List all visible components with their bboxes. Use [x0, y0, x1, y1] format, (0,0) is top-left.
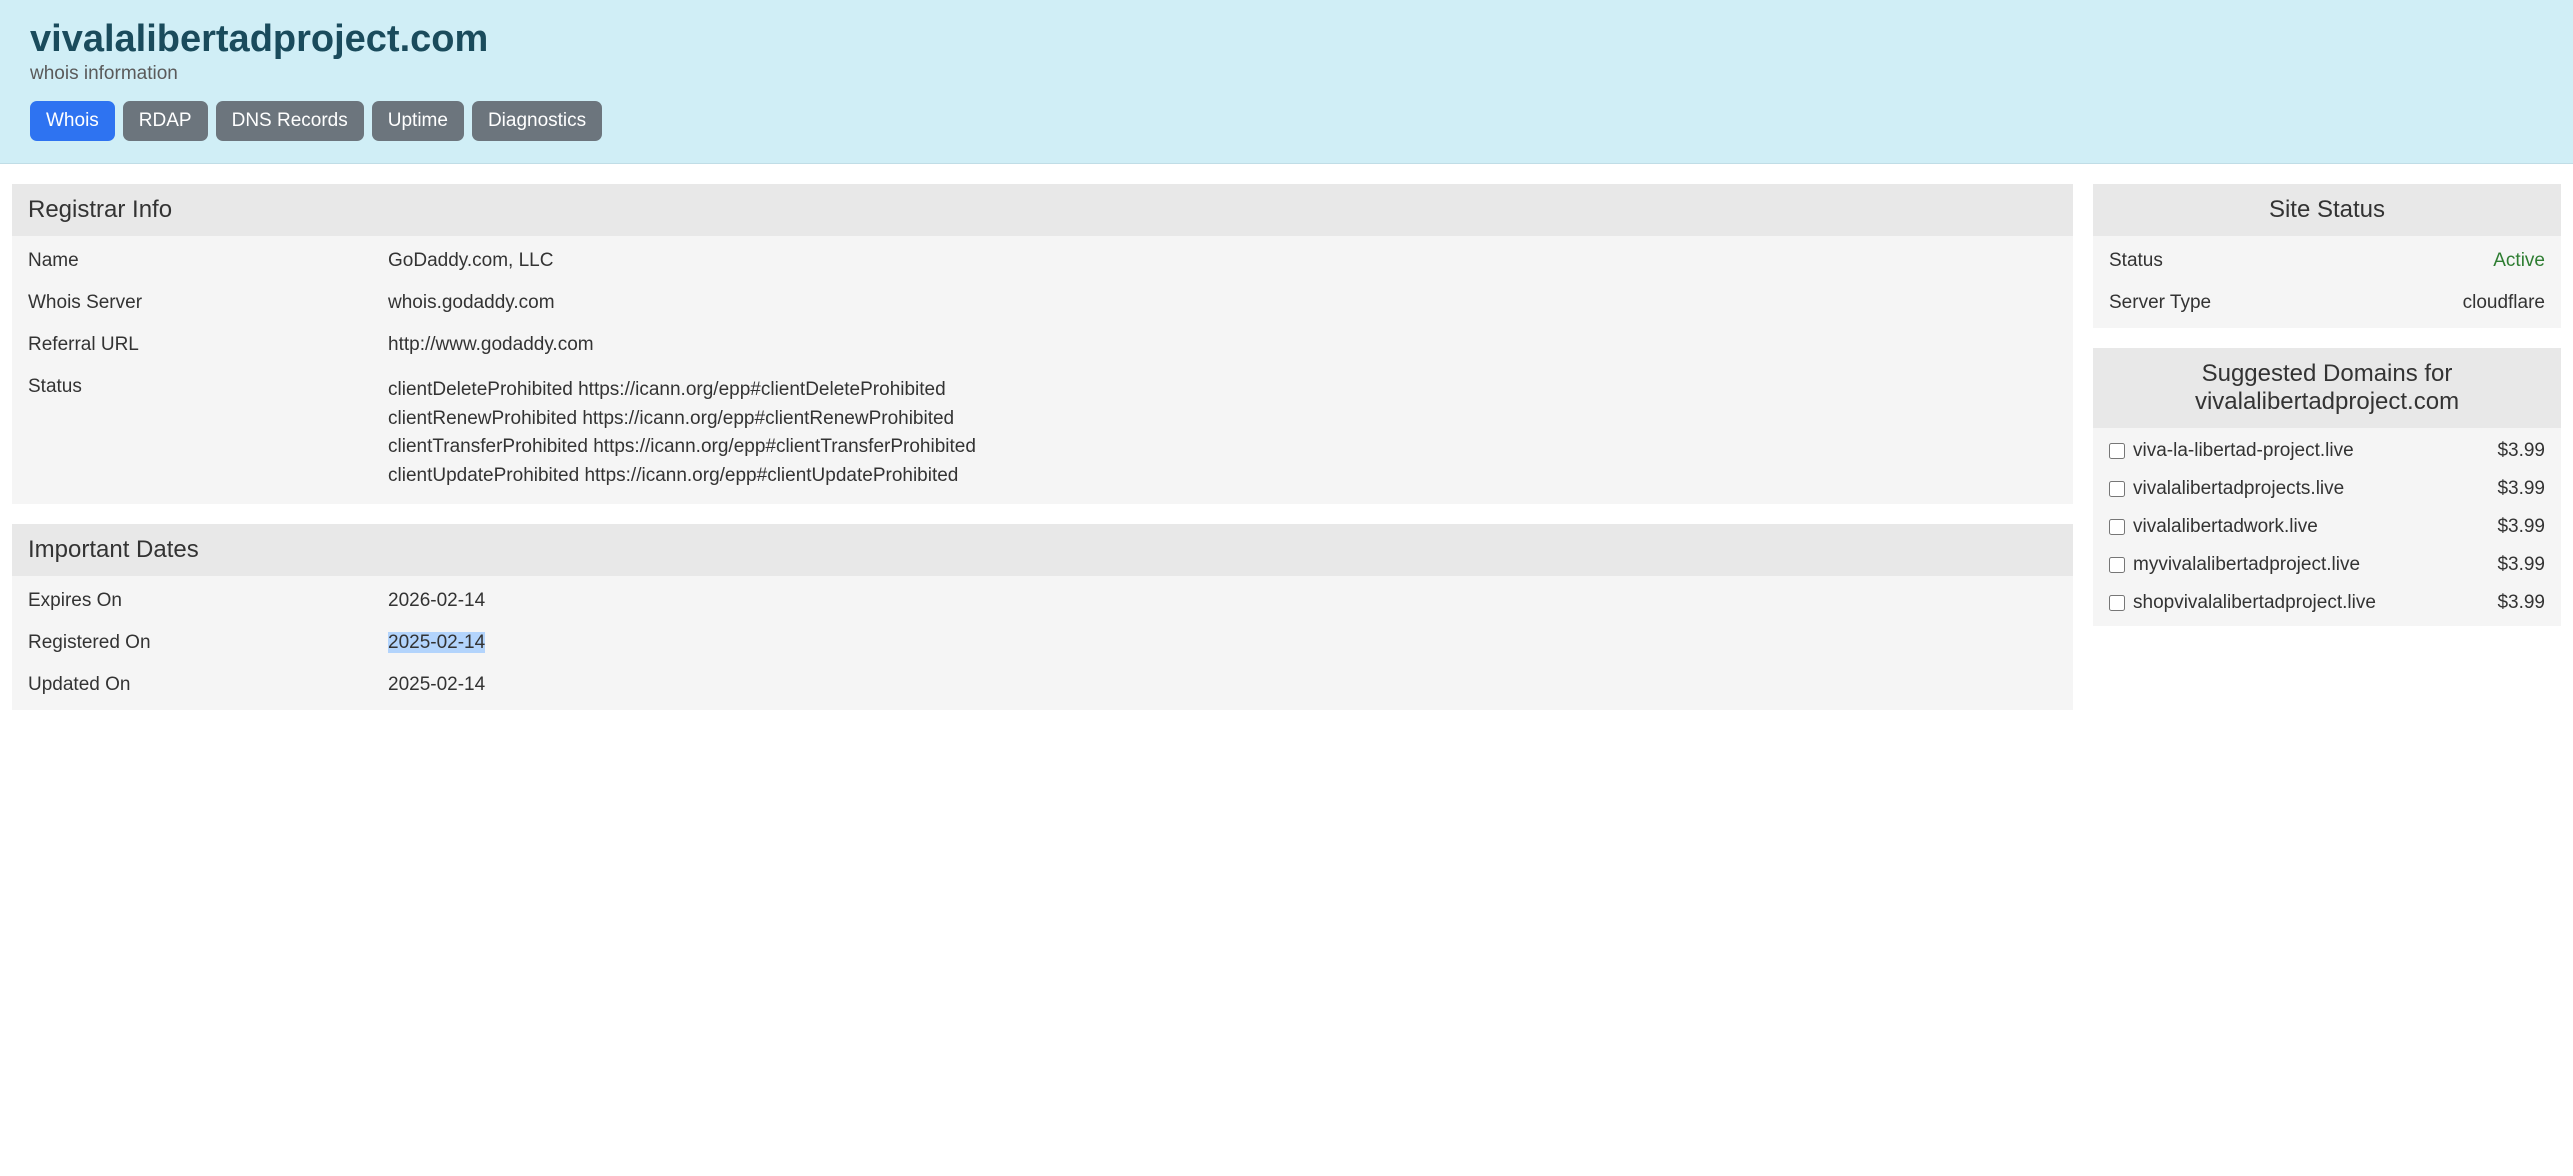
- important-dates-panel: Important Dates Expires On 2026-02-14 Re…: [12, 524, 2073, 710]
- suggested-domain-price: $3.99: [2497, 554, 2545, 576]
- left-column: Registrar Info Name GoDaddy.com, LLC Who…: [12, 184, 2073, 730]
- suggested-domain-price: $3.99: [2497, 516, 2545, 538]
- registrar-name-label: Name: [28, 250, 388, 272]
- suggested-domain-row: vivalalibertadprojects.live $3.99: [2093, 470, 2561, 508]
- updated-on-value: 2025-02-14: [388, 674, 2057, 696]
- suggested-domains-title: Suggested Domains for vivalalibertadproj…: [2093, 348, 2561, 428]
- referral-url-row: Referral URL http://www.godaddy.com: [12, 324, 2073, 366]
- registrar-info-panel: Registrar Info Name GoDaddy.com, LLC Who…: [12, 184, 2073, 504]
- status-line: clientTransferProhibited https://icann.o…: [388, 433, 2057, 462]
- registrar-status-value: clientDeleteProhibited https://icann.org…: [388, 376, 2057, 490]
- right-column: Site Status Status Active Server Type cl…: [2093, 184, 2573, 730]
- suggested-domain-row: viva-la-libertad-project.live $3.99: [2093, 432, 2561, 470]
- expires-on-label: Expires On: [28, 590, 388, 612]
- suggested-domain-price: $3.99: [2497, 592, 2545, 614]
- suggested-domain-row: vivalalibertadwork.live $3.99: [2093, 508, 2561, 546]
- registrar-name-row: Name GoDaddy.com, LLC: [12, 240, 2073, 282]
- suggested-domain-checkbox[interactable]: [2109, 557, 2125, 573]
- registrar-name-value: GoDaddy.com, LLC: [388, 250, 2057, 272]
- suggested-domain-checkbox[interactable]: [2109, 595, 2125, 611]
- registrar-status-row: Status clientDeleteProhibited https://ic…: [12, 366, 2073, 500]
- suggested-domains-panel: Suggested Domains for vivalalibertadproj…: [2093, 348, 2561, 626]
- updated-on-label: Updated On: [28, 674, 388, 696]
- tabs-row: Whois RDAP DNS Records Uptime Diagnostic…: [30, 101, 2543, 141]
- tab-diagnostics[interactable]: Diagnostics: [472, 101, 602, 141]
- suggested-domain-checkbox[interactable]: [2109, 481, 2125, 497]
- registered-on-row: Registered On 2025-02-14: [12, 622, 2073, 664]
- status-line: clientUpdateProhibited https://icann.org…: [388, 462, 2057, 491]
- registered-on-label: Registered On: [28, 632, 388, 654]
- suggested-domain-checkbox[interactable]: [2109, 519, 2125, 535]
- page-subtitle: whois information: [30, 63, 2543, 85]
- tab-uptime[interactable]: Uptime: [372, 101, 464, 141]
- referral-url-label: Referral URL: [28, 334, 388, 356]
- expires-on-value: 2026-02-14: [388, 590, 2057, 612]
- main-content: Registrar Info Name GoDaddy.com, LLC Who…: [0, 164, 2573, 750]
- site-status-row: Status Active: [2093, 240, 2561, 282]
- domain-title: vivalalibertadproject.com: [30, 18, 2543, 61]
- expires-on-row: Expires On 2026-02-14: [12, 580, 2073, 622]
- server-type-value: cloudflare: [2463, 292, 2545, 314]
- page-header: vivalalibertadproject.com whois informat…: [0, 0, 2573, 164]
- server-type-row: Server Type cloudflare: [2093, 282, 2561, 324]
- referral-url-value[interactable]: http://www.godaddy.com: [388, 334, 2057, 356]
- server-type-label: Server Type: [2109, 292, 2463, 314]
- suggested-domain-name[interactable]: viva-la-libertad-project.live: [2133, 440, 2497, 462]
- registrar-status-label: Status: [28, 376, 388, 490]
- suggested-domain-name[interactable]: vivalalibertadprojects.live: [2133, 478, 2497, 500]
- suggested-domain-name[interactable]: myvivalalibertadproject.live: [2133, 554, 2497, 576]
- suggested-domain-price: $3.99: [2497, 440, 2545, 462]
- status-line: clientRenewProhibited https://icann.org/…: [388, 405, 2057, 434]
- site-status-panel: Site Status Status Active Server Type cl…: [2093, 184, 2561, 328]
- suggested-domain-name[interactable]: shopvivalalibertadproject.live: [2133, 592, 2497, 614]
- site-status-label: Status: [2109, 250, 2493, 272]
- suggested-domain-checkbox[interactable]: [2109, 443, 2125, 459]
- site-status-title: Site Status: [2093, 184, 2561, 236]
- whois-server-label: Whois Server: [28, 292, 388, 314]
- suggested-domain-name[interactable]: vivalalibertadwork.live: [2133, 516, 2497, 538]
- tab-dns-records[interactable]: DNS Records: [216, 101, 364, 141]
- suggested-domain-price: $3.99: [2497, 478, 2545, 500]
- tab-rdap[interactable]: RDAP: [123, 101, 208, 141]
- updated-on-row: Updated On 2025-02-14: [12, 664, 2073, 706]
- suggested-domain-row: shopvivalalibertadproject.live $3.99: [2093, 584, 2561, 622]
- whois-server-value: whois.godaddy.com: [388, 292, 2057, 314]
- suggested-domain-row: myvivalalibertadproject.live $3.99: [2093, 546, 2561, 584]
- tab-whois[interactable]: Whois: [30, 101, 115, 141]
- status-line: clientDeleteProhibited https://icann.org…: [388, 376, 2057, 405]
- important-dates-title: Important Dates: [12, 524, 2073, 576]
- whois-server-row: Whois Server whois.godaddy.com: [12, 282, 2073, 324]
- registered-on-value: 2025-02-14: [388, 632, 2057, 654]
- registrar-info-title: Registrar Info: [12, 184, 2073, 236]
- site-status-value: Active: [2493, 250, 2545, 272]
